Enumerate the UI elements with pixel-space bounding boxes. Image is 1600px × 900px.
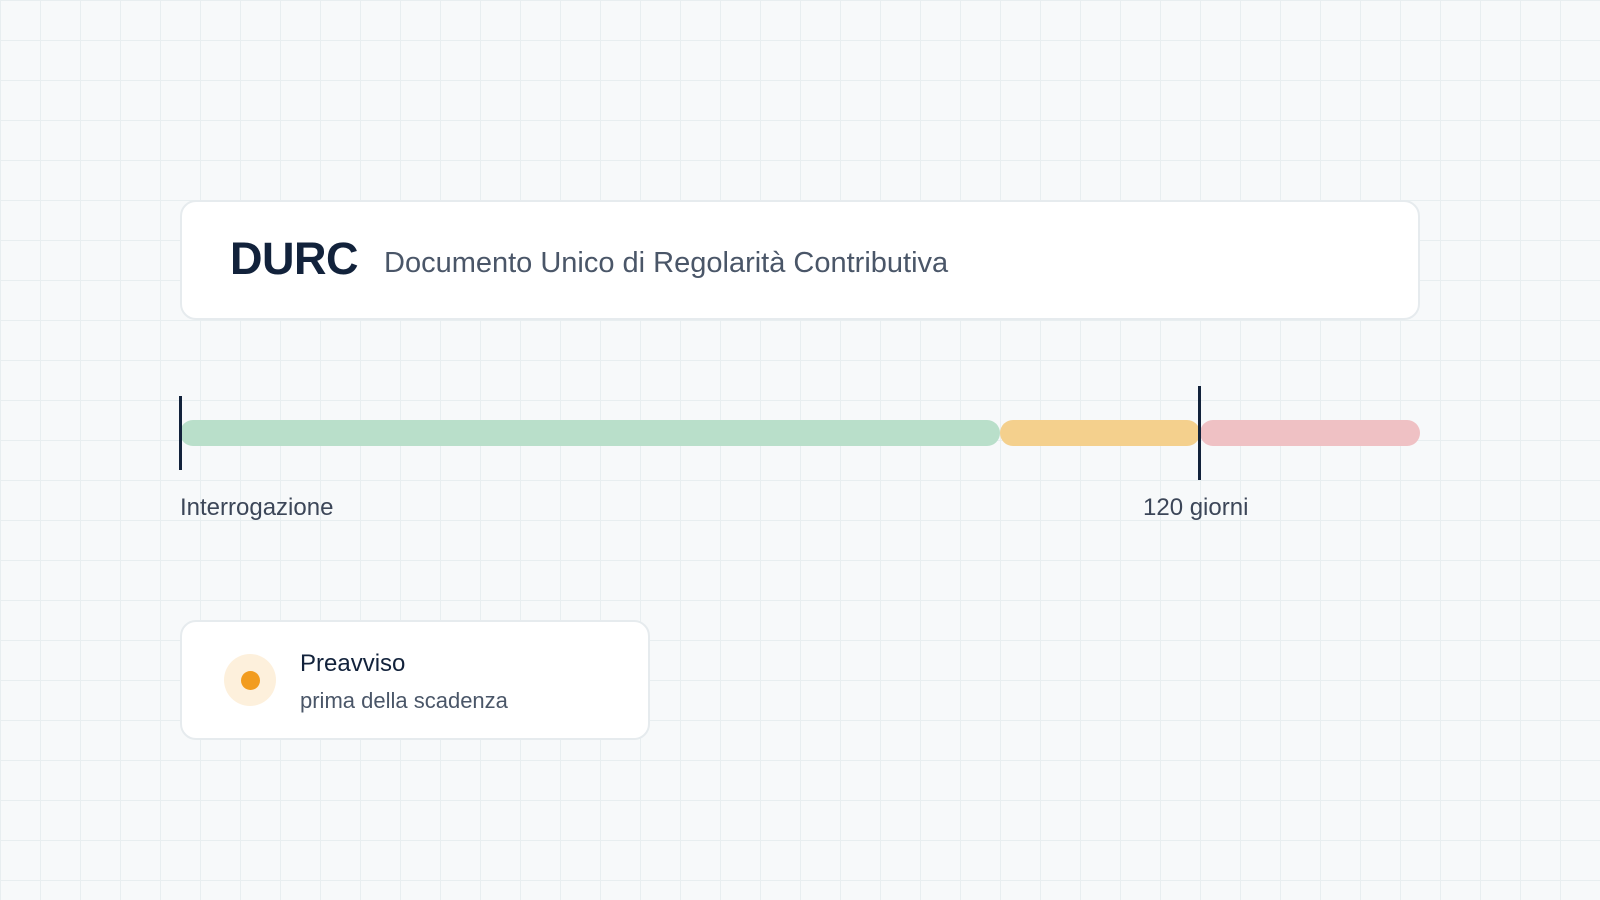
- timeline-segment-valid: [180, 420, 1000, 446]
- timeline-segment-warning: [1000, 420, 1200, 446]
- warning-dot-core: [240, 670, 260, 690]
- timeline-marker-deadline: [1198, 386, 1201, 480]
- timeline-label-deadline: 120 giorni: [1143, 494, 1249, 521]
- timeline-marker-start: [179, 396, 182, 470]
- header-card: DURC Documento Unico di Regolarità Contr…: [180, 200, 1420, 320]
- legend-title: Preavviso: [300, 650, 406, 677]
- page-title: DURC: [230, 232, 359, 284]
- page-subtitle: Documento Unico di Regolarità Contributi…: [384, 246, 949, 279]
- validity-timeline: Interrogazione 120 giorni: [179, 380, 1420, 530]
- legend-card: Preavviso prima della scadenza: [180, 620, 650, 740]
- timeline-label-start: Interrogazione: [180, 494, 334, 521]
- timeline-segment-expired: [1200, 420, 1420, 446]
- warning-dot-icon: [224, 654, 276, 706]
- legend-description: prima della scadenza: [300, 688, 508, 713]
